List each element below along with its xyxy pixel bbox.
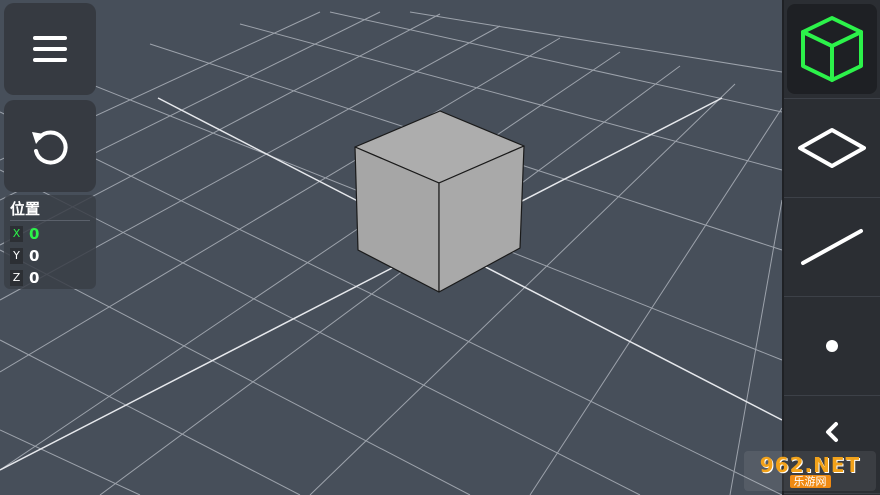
undo-button[interactable] xyxy=(4,100,96,192)
site-watermark: 962.NET 乐游网 xyxy=(744,451,876,491)
chevron-left-icon xyxy=(826,422,838,442)
3d-viewport[interactable] xyxy=(0,0,880,495)
app-root: 位置 X 0 Y 0 Z 0 962.NET 乐游网 xyxy=(0,0,880,495)
point-icon xyxy=(826,340,838,352)
cube-icon xyxy=(801,16,863,82)
position-x-row: X 0 xyxy=(10,223,90,245)
cube-tool-selected-bg xyxy=(787,4,877,94)
right-toolbar xyxy=(782,0,880,495)
position-panel: 位置 X 0 Y 0 Z 0 xyxy=(4,195,96,289)
cube-tool-button[interactable] xyxy=(784,0,880,99)
hamburger-menu-icon xyxy=(33,36,67,62)
y-axis-label: Y xyxy=(10,248,23,264)
undo-icon xyxy=(32,130,68,165)
x-axis-label: X xyxy=(10,226,23,242)
z-axis-value[interactable]: 0 xyxy=(29,269,39,287)
point-tool-button[interactable] xyxy=(784,297,880,396)
watermark-subtitle: 乐游网 xyxy=(789,474,831,488)
position-title: 位置 xyxy=(10,198,90,221)
x-axis-value[interactable]: 0 xyxy=(29,225,39,243)
watermark-brand: 962.NET xyxy=(759,452,861,477)
cube-object[interactable] xyxy=(354,110,525,293)
plane-icon xyxy=(798,128,866,168)
line-tool-button[interactable] xyxy=(784,198,880,297)
position-y-row: Y 0 xyxy=(10,245,90,267)
line-icon xyxy=(801,229,863,265)
menu-button[interactable] xyxy=(4,3,96,95)
position-z-row: Z 0 xyxy=(10,267,90,289)
plane-tool-button[interactable] xyxy=(784,99,880,198)
y-axis-value[interactable]: 0 xyxy=(29,247,39,265)
z-axis-label: Z xyxy=(10,270,23,286)
